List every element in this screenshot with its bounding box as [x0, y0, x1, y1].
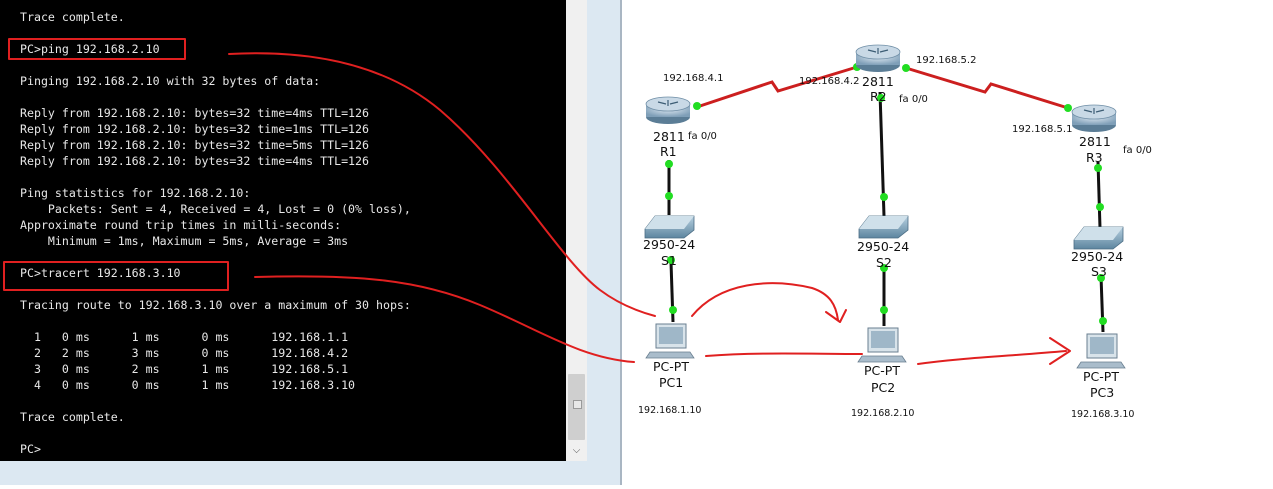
r3-port-label: fa 0/0 — [1123, 145, 1152, 156]
switch-s2[interactable] — [858, 215, 909, 239]
computer-icon — [857, 327, 907, 363]
pc-pc1[interactable] — [645, 323, 695, 359]
computer-icon — [1076, 333, 1126, 369]
r1-port-label: fa 0/0 — [688, 131, 717, 142]
r2-model-label: 2811 — [862, 74, 894, 89]
r2-port-label: fa 0/0 — [899, 94, 928, 105]
pc-pc2[interactable] — [857, 327, 907, 363]
s1-name-label: S1 — [661, 253, 677, 268]
serial-link-r2-r3[interactable] — [905, 66, 1069, 110]
r1-ip-label: 192.168.4.1 — [663, 73, 723, 84]
terminal-line: Packets: Sent = 4, Received = 4, Lost = … — [20, 202, 411, 216]
terminal-line: 4 0 ms 0 ms 1 ms 192.168.3.10 — [20, 378, 356, 392]
s2-model-label: 2950-24 — [857, 239, 909, 254]
router-icon — [855, 44, 901, 72]
network-topology-canvas[interactable]: 192.168.4.1 2811 fa 0/0 R1 192.168.4.2 2… — [622, 0, 1273, 485]
pc1-name-label: PC1 — [659, 375, 683, 390]
terminal-line: Trace complete. — [20, 410, 125, 424]
terminal-line: 1 0 ms 1 ms 0 ms 192.168.1.1 — [20, 330, 349, 344]
terminal-line: Ping statistics for 192.168.2.10: — [20, 186, 251, 200]
s1-model-label: 2950-24 — [643, 237, 695, 252]
terminal-line: Reply from 192.168.2.10: bytes=32 time=4… — [20, 106, 370, 120]
s3-name-label: S3 — [1091, 264, 1107, 279]
terminal-line: Pinging 192.168.2.10 with 32 bytes of da… — [20, 74, 321, 88]
router-icon — [1071, 104, 1117, 132]
pc1-ip-label: 192.168.1.10 — [638, 405, 701, 416]
switch-icon — [644, 215, 695, 239]
pc3-model-label: PC-PT — [1083, 369, 1119, 384]
terminal-line: Approximate round trip times in milli-se… — [20, 218, 342, 232]
terminal-line: PC>tracert 192.168.3.10 — [20, 266, 181, 280]
switch-icon — [858, 215, 909, 239]
window-border — [598, 0, 622, 485]
pc2-ip-label: 192.168.2.10 — [851, 408, 914, 419]
terminal-line: PC>ping 192.168.2.10 — [20, 42, 160, 56]
terminal-output[interactable]: Trace complete. PC>ping 192.168.2.10 Pingi… — [0, 0, 566, 461]
scroll-down-arrow-icon[interactable]: ⌵ — [566, 442, 587, 460]
switch-s1[interactable] — [644, 215, 695, 239]
pc3-ip-label: 192.168.3.10 — [1071, 409, 1134, 420]
command-prompt-window: Trace complete. PC>ping 192.168.2.10 Pingi… — [0, 0, 620, 485]
s3-model-label: 2950-24 — [1071, 249, 1123, 264]
terminal-line: PC> — [20, 442, 41, 456]
r1-model-label: 2811 — [653, 129, 685, 144]
router-r2[interactable] — [855, 44, 901, 72]
terminal-line: Reply from 192.168.2.10: bytes=32 time=1… — [20, 122, 370, 136]
switch-s3[interactable] — [1073, 226, 1124, 250]
terminal-line: 2 2 ms 3 ms 0 ms 192.168.4.2 — [20, 346, 349, 360]
r2-ip-label-left: 192.168.4.2 — [799, 76, 859, 87]
terminal-scrollbar[interactable]: ⌵ — [566, 0, 587, 461]
scroll-thumb[interactable] — [568, 374, 585, 440]
r3-model-label: 2811 — [1079, 134, 1111, 149]
router-r1[interactable] — [645, 96, 691, 124]
terminal-line: 3 0 ms 2 ms 1 ms 192.168.5.1 — [20, 362, 349, 376]
pc-pc3[interactable] — [1076, 333, 1126, 369]
pc3-name-label: PC3 — [1090, 385, 1114, 400]
r1-name-label: R1 — [660, 144, 677, 159]
router-icon — [645, 96, 691, 124]
pc2-model-label: PC-PT — [864, 363, 900, 378]
terminal-line: Tracing route to 192.168.3.10 over a max… — [20, 298, 411, 312]
pc2-name-label: PC2 — [871, 380, 895, 395]
s2-name-label: S2 — [876, 255, 892, 270]
switch-icon — [1073, 226, 1124, 250]
terminal-line: Minimum = 1ms, Maximum = 5ms, Average = … — [20, 234, 349, 248]
terminal-line: Reply from 192.168.2.10: bytes=32 time=4… — [20, 154, 370, 168]
r3-name-label: R3 — [1086, 150, 1103, 165]
terminal-line: Reply from 192.168.2.10: bytes=32 time=5… — [20, 138, 370, 152]
router-r3[interactable] — [1071, 104, 1117, 132]
r3-ip-label: 192.168.5.1 — [1012, 124, 1072, 135]
pc1-model-label: PC-PT — [653, 359, 689, 374]
terminal-line: Trace complete. — [20, 10, 125, 24]
computer-icon — [645, 323, 695, 359]
scroll-grip-icon — [573, 400, 582, 409]
r2-name-label: R2 — [870, 89, 887, 104]
r2-ip-label-right: 192.168.5.2 — [916, 55, 976, 66]
